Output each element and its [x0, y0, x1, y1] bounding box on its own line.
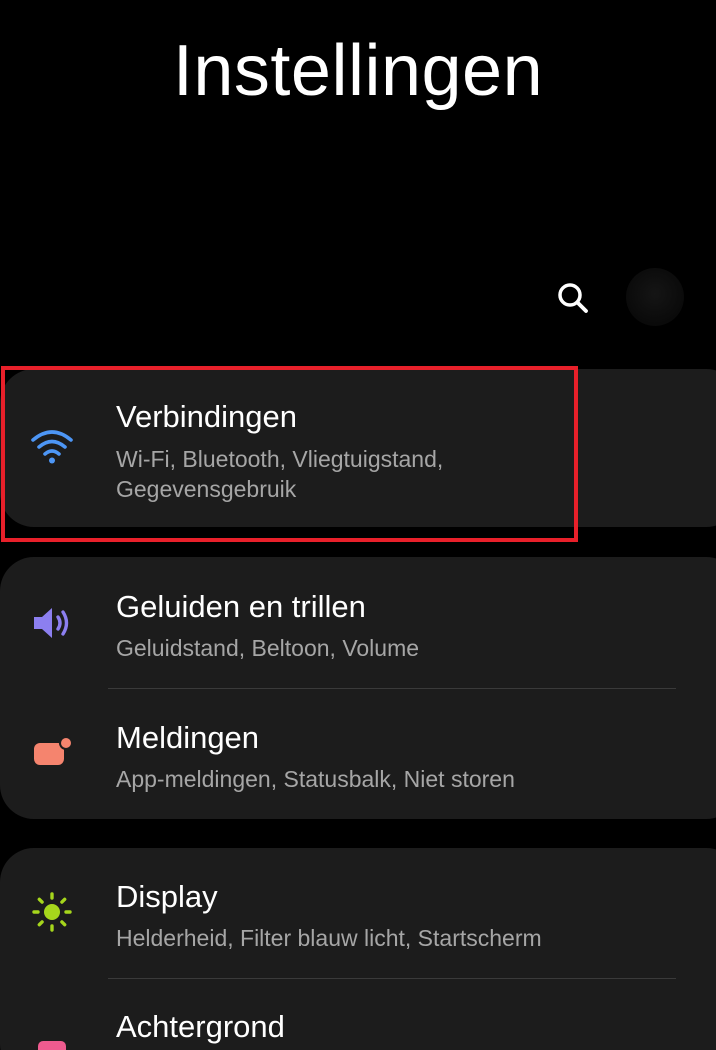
wallpaper-icon — [38, 1041, 66, 1050]
settings-item-label: Meldingen — [116, 720, 260, 755]
settings-item-subtitle: Helderheid, Filter blauw licht, Startsch… — [116, 925, 542, 951]
settings-item-label: Achtergrond — [116, 1009, 285, 1044]
settings-item-meldingen[interactable]: Meldingen App-meldingen, Statusbalk, Nie… — [0, 689, 716, 819]
page-title: Instellingen — [172, 31, 544, 111]
settings-item-geluiden[interactable]: Geluiden en trillen Geluidstand, Beltoon… — [0, 557, 716, 688]
settings-item-display[interactable]: Display Helderheid, Filter blauw licht, … — [0, 848, 716, 979]
volume-icon — [34, 608, 69, 638]
settings-group-sound: Geluiden en trillen Geluidstand, Beltoon… — [0, 557, 716, 819]
brightness-icon — [32, 892, 72, 932]
profile-avatar[interactable] — [626, 268, 684, 326]
search-icon — [558, 283, 588, 313]
settings-item-label: Display — [116, 879, 218, 914]
settings-screen: Instellingen Verbindingen Wi-Fi, Bluetoo… — [0, 0, 716, 1050]
notification-icon — [34, 736, 73, 765]
settings-item-subtitle: App-meldingen, Statusbalk, Niet storen — [116, 766, 515, 792]
search-button[interactable] — [553, 278, 593, 318]
settings-item-subtitle: Geluidstand, Beltoon, Volume — [116, 635, 420, 661]
highlight-box — [1, 366, 578, 542]
settings-item-achtergrond[interactable]: Achtergrond — [0, 979, 716, 1050]
settings-item-label: Geluiden en trillen — [116, 589, 366, 624]
settings-group-display: Display Helderheid, Filter blauw licht, … — [0, 848, 716, 1050]
